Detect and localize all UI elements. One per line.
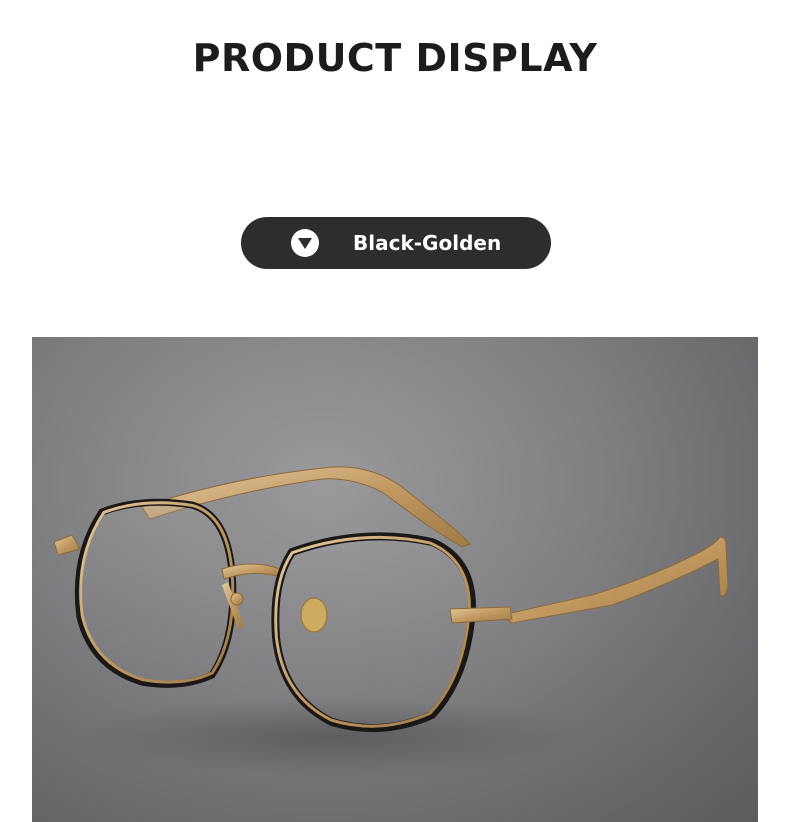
variant-label: Black-Golden [353, 231, 502, 255]
color-variant-button[interactable]: Black-Golden [241, 217, 551, 269]
triangle-down-icon [291, 229, 319, 257]
product-photo [32, 337, 758, 822]
product-display-page: PRODUCT DISPLAY Black-Golden [0, 0, 790, 822]
eyeglasses-illustration [53, 466, 729, 777]
page-title: PRODUCT DISPLAY [192, 36, 598, 80]
